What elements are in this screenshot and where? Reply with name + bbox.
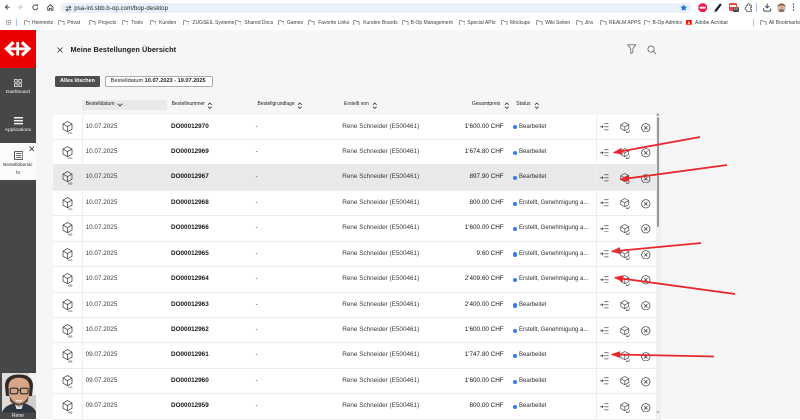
svg-text:co: co bbox=[68, 360, 72, 363]
svg-text:co: co bbox=[68, 233, 72, 236]
svg-text:co: co bbox=[68, 258, 72, 261]
svg-text:co: co bbox=[68, 385, 72, 388]
svg-text:co: co bbox=[68, 411, 72, 414]
svg-text:co: co bbox=[68, 334, 72, 337]
svg-text:co: co bbox=[68, 283, 72, 286]
svg-text:co: co bbox=[68, 156, 72, 159]
svg-text:co: co bbox=[68, 182, 72, 185]
svg-text:co: co bbox=[68, 131, 72, 134]
svg-text:co: co bbox=[68, 309, 72, 312]
svg-text:co: co bbox=[68, 207, 72, 210]
